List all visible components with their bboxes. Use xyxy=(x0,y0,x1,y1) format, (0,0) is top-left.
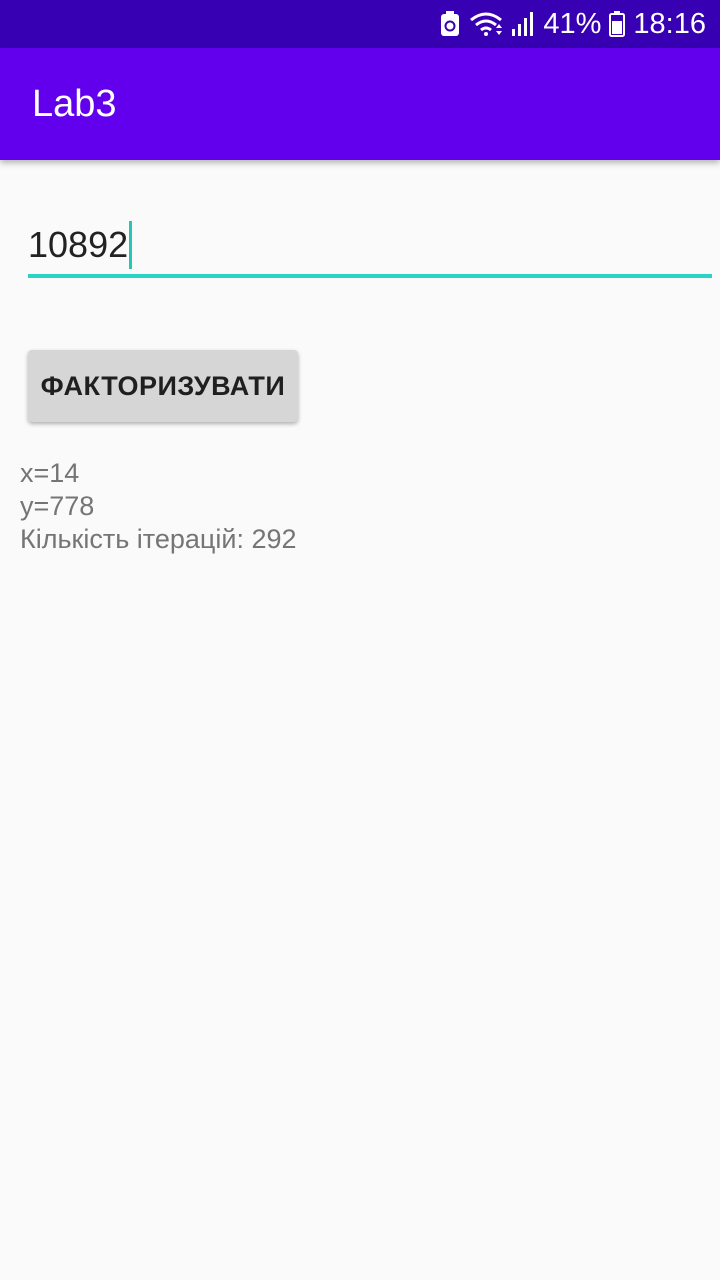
result-x: x=14 xyxy=(20,458,80,488)
number-input-value: 10892 xyxy=(28,224,129,265)
text-cursor xyxy=(129,221,133,269)
input-underline xyxy=(28,274,712,278)
battery-saver-icon xyxy=(439,11,461,37)
result-iterations: Кількість ітерацій: 292 xyxy=(20,524,297,554)
number-input[interactable]: 10892 xyxy=(28,216,712,274)
app-title: Lab3 xyxy=(32,82,117,125)
status-clock: 18:16 xyxy=(633,7,706,40)
status-bar: 41% 18:16 xyxy=(0,0,720,48)
battery-percent: 41% xyxy=(543,7,602,40)
app-screen: 41% 18:16 Lab3 10892 ФАКТОРИЗУВАТИ x=14 … xyxy=(0,0,720,1280)
factorize-button-label: ФАКТОРИЗУВАТИ xyxy=(40,370,286,401)
result-text: x=14 y=778 Кількість ітерацій: 292 xyxy=(20,457,297,556)
battery-icon xyxy=(609,11,626,37)
factorize-button[interactable]: ФАКТОРИЗУВАТИ xyxy=(28,350,298,422)
wifi-icon xyxy=(469,11,503,37)
number-input-field[interactable]: 10892 xyxy=(28,216,712,278)
result-y: y=778 xyxy=(20,491,95,521)
app-bar: Lab3 xyxy=(0,48,720,160)
signal-icon xyxy=(511,11,535,37)
